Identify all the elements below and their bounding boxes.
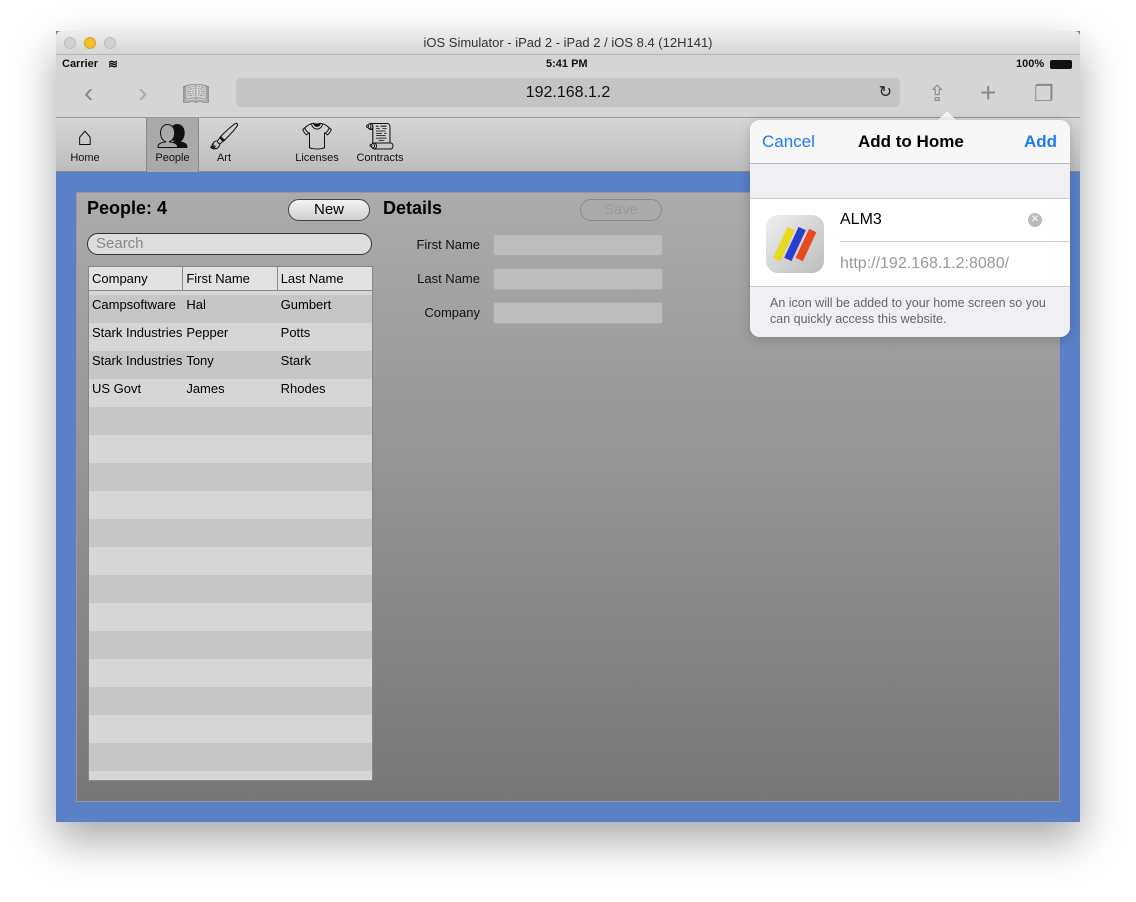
popover-header: Cancel Add to Home Add <box>750 120 1070 164</box>
shirt-icon: 👕︎ <box>300 121 334 151</box>
bookmarks-icon[interactable]: 📖︎ <box>182 81 210 107</box>
forward-icon[interactable]: › <box>138 77 147 109</box>
status-bar: Carrier ≋ 5:41 PM 100% <box>56 55 1080 73</box>
tab-licenses[interactable]: 👕︎ Licenses <box>292 118 342 172</box>
cell-first-name: Hal <box>186 297 206 312</box>
save-button[interactable]: Save <box>580 199 662 221</box>
carrier: Carrier <box>62 58 99 70</box>
back-icon[interactable]: ‹ <box>84 77 93 109</box>
column-first-name[interactable]: First Name <box>183 267 278 290</box>
simulator-window: iOS Simulator - iPad 2 - iPad 2 / iOS 8.… <box>56 31 1080 822</box>
paintbrush-icon: 🖌︎ <box>207 121 241 151</box>
cell-first-name: James <box>186 381 225 396</box>
url-text: 192.168.1.2 <box>525 84 611 101</box>
people-title: People: 4 <box>87 198 168 218</box>
popover-title: Add to Home <box>858 132 964 151</box>
popover-spacer <box>750 164 1070 199</box>
cell-company: Campsoftware <box>92 297 176 312</box>
cell-company: Stark Industries <box>92 325 183 340</box>
minimize-button[interactable] <box>84 37 96 49</box>
title-bar: iOS Simulator - iPad 2 - iPad 2 / iOS 8.… <box>56 31 1080 55</box>
tab-art[interactable]: 🖌︎ Art <box>206 118 242 172</box>
cell-first-name: Tony <box>186 353 214 368</box>
cell-last-name: Rhodes <box>280 381 326 396</box>
search-input[interactable]: Search <box>87 233 372 255</box>
cancel-button[interactable]: Cancel <box>762 132 815 152</box>
people-icon: 👥︎ <box>155 121 189 151</box>
tabs-icon[interactable]: ❐ <box>1034 81 1054 107</box>
new-button[interactable]: New <box>288 199 370 221</box>
table-row[interactable]: Campsoftware Hal Gumbert <box>89 291 372 319</box>
app-icon <box>766 215 824 273</box>
close-button[interactable] <box>64 37 76 49</box>
tab-contracts[interactable]: 📜︎ Contracts <box>354 118 406 172</box>
column-company[interactable]: Company <box>89 267 184 290</box>
time: 5:41 PM <box>546 58 588 70</box>
add-to-home-popover: Cancel Add to Home Add ALM3 ✕ http://192… <box>750 120 1070 337</box>
cell-company: Stark Industries <box>92 353 183 368</box>
cell-company: US Govt <box>92 381 142 396</box>
company-label: Company <box>424 305 480 320</box>
last-name-label: Last Name <box>417 271 480 286</box>
clear-icon[interactable]: ✕ <box>1028 213 1042 227</box>
divider <box>840 241 1070 242</box>
certificate-icon: 📜︎ <box>363 121 397 151</box>
first-name-label: First Name <box>416 237 480 252</box>
zoom-button[interactable] <box>104 37 116 49</box>
new-tab-icon[interactable]: + <box>980 77 996 109</box>
cell-last-name: Stark <box>280 353 311 368</box>
last-name-field[interactable] <box>493 268 663 290</box>
table-row[interactable]: Stark Industries Tony Stark <box>89 347 372 375</box>
people-table: Company First Name Last Name Campsoftwar… <box>88 266 373 781</box>
tab-people[interactable]: 👥︎ People <box>146 118 199 172</box>
column-last-name[interactable]: Last Name <box>278 267 372 290</box>
popover-note: An icon will be added to your home scree… <box>750 286 1070 337</box>
url-label: http://192.168.1.2:8080/ <box>840 255 1010 272</box>
share-icon[interactable]: ⇪ <box>928 81 946 107</box>
reload-icon[interactable]: ↻ <box>879 78 892 107</box>
company-field[interactable] <box>493 302 663 324</box>
address-bar[interactable]: 192.168.1.2 ↻ <box>236 78 900 107</box>
battery-icon <box>1050 60 1072 69</box>
table-row[interactable]: US Govt James Rhodes <box>89 375 372 403</box>
window-title: iOS Simulator - iPad 2 - iPad 2 / iOS 8.… <box>423 35 713 50</box>
cell-last-name: Gumbert <box>280 297 332 312</box>
cell-first-name: Pepper <box>186 325 229 340</box>
table-row[interactable]: Stark Industries Pepper Potts <box>89 319 372 347</box>
add-button[interactable]: Add <box>1024 132 1057 152</box>
first-name-field[interactable] <box>493 234 663 256</box>
home-icon: ⌂ <box>77 121 93 151</box>
battery-level: 100% <box>1016 58 1045 70</box>
name-input[interactable]: ALM3 <box>840 211 882 229</box>
wifi-icon: ≋ <box>108 57 119 71</box>
browser-toolbar: ‹ › 📖︎ 192.168.1.2 ↻ ⇪ + ❐ <box>56 73 1080 118</box>
table-header: Company First Name Last Name <box>89 267 372 291</box>
cell-last-name: Potts <box>280 325 311 340</box>
tab-home[interactable]: ⌂ Home <box>62 118 108 172</box>
details-title: Details <box>383 198 443 218</box>
